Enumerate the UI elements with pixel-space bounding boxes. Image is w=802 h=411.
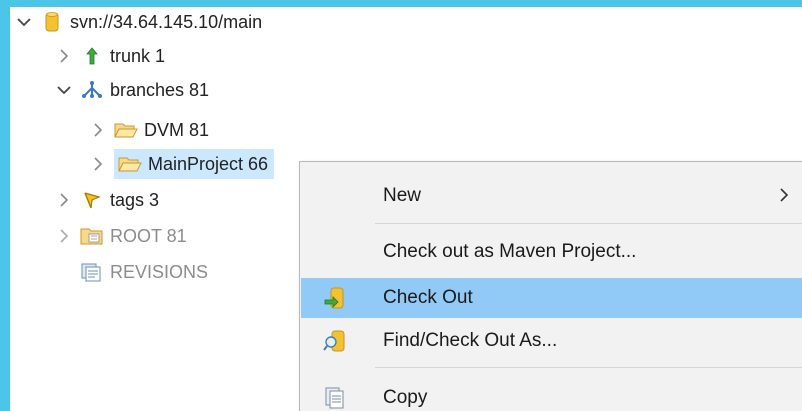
chevron-right-icon[interactable] [54,46,74,66]
tags-flag-icon [80,188,104,212]
menu-item-label: Check Out [383,287,473,308]
menu-separator [375,223,802,224]
tree-row-repository[interactable]: svn://34.64.145.10/main [14,7,262,39]
chevron-right-icon[interactable] [54,226,74,246]
dvm-label: DVM 81 [144,119,210,140]
check-out-icon [323,286,347,310]
find-check-out-icon [323,329,347,353]
selection-highlight: MainProject 66 [114,149,275,179]
chevron-down-icon[interactable] [54,80,74,100]
menu-item-label: Check out as Maven Project... [383,241,637,262]
tree-row-revisions[interactable]: REVISIONS [80,255,208,289]
branches-icon [80,78,104,102]
menu-item-check-out[interactable]: Check Out [301,278,802,318]
trunk-label: trunk 1 [110,45,166,66]
root-folder-label: ROOT 81 [110,225,187,246]
revisions-label: REVISIONS [110,261,209,282]
svn-repository-tree-panel: svn://34.64.145.10/main trunk 1 branches… [10,7,802,411]
menu-item-find-check-out-as[interactable]: Find/Check Out As... [301,321,802,361]
repository-icon [40,10,64,34]
tree-row-tags[interactable]: tags 3 [54,183,159,217]
tree-row-root-folder[interactable]: ROOT 81 [54,219,187,253]
repository-url-label: svn://34.64.145.10/main [70,11,263,32]
menu-item-checkout-maven[interactable]: Check out as Maven Project... [301,232,802,272]
revisions-icon [80,260,104,284]
chevron-right-icon[interactable] [88,154,108,174]
folder-open-icon [114,118,138,142]
tree-row-dvm[interactable]: DVM 81 [88,113,209,147]
menu-item-label: Copy [383,387,428,408]
chevron-down-icon[interactable] [14,12,34,32]
menu-item-new[interactable]: New [301,176,802,216]
submenu-arrow-icon [779,186,789,207]
tree-row-trunk[interactable]: trunk 1 [54,39,165,73]
mainproject-label: MainProject 66 [148,153,269,174]
menu-separator [375,367,802,368]
chevron-right-icon[interactable] [88,120,108,140]
folder-open-icon [118,152,142,176]
tree-row-branches[interactable]: branches 81 [54,73,209,107]
tree-row-mainproject[interactable]: MainProject 66 [88,147,275,181]
copy-icon [323,386,347,410]
context-menu: New Check out as Maven Project... Check … [299,161,802,411]
menu-item-label: Find/Check Out As... [383,330,558,351]
trunk-arrow-icon [80,44,104,68]
tags-label: tags 3 [110,189,160,210]
branches-label: branches 81 [110,79,210,100]
root-folder-icon [80,224,104,248]
menu-item-label: New [383,185,422,206]
menu-item-copy[interactable]: Copy [301,378,802,411]
chevron-right-icon[interactable] [54,190,74,210]
